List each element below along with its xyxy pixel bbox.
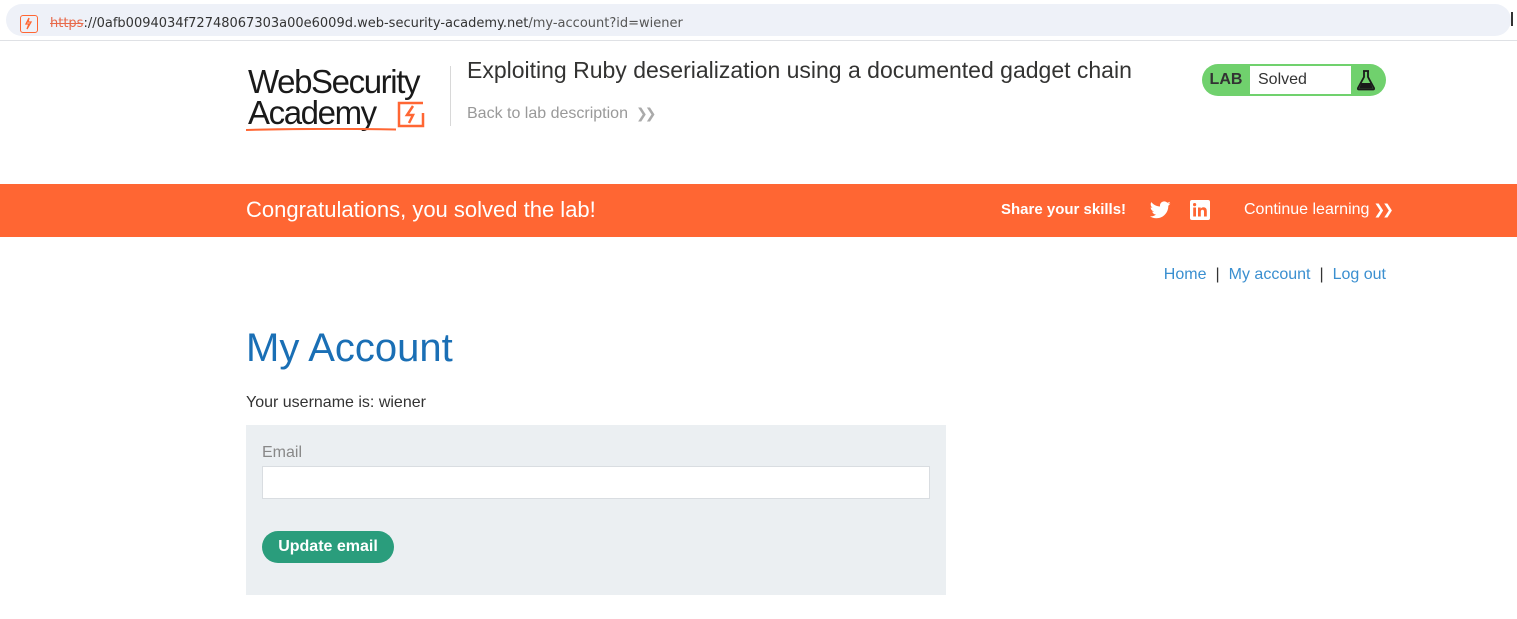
email-label: Email	[262, 444, 303, 461]
toolbar-edge-mark	[1511, 12, 1513, 26]
double-chevron-right-icon: ❯❯	[635, 105, 657, 121]
lab-title: Exploiting Ruby deserialization using a …	[467, 57, 1132, 83]
url-host: ://0afb0094034f72748067303a00e6009d.web-…	[83, 16, 529, 31]
lightning-bolt-icon	[24, 17, 33, 30]
continue-learning-label: Continue learning	[1244, 201, 1370, 218]
back-to-lab-description-link[interactable]: Back to lab description ❯❯	[467, 105, 657, 123]
twitter-icon[interactable]	[1150, 200, 1171, 220]
url-scheme: https	[50, 16, 84, 31]
logo-bolt-icon	[397, 101, 425, 128]
account-nav: Home | My account | Log out	[1164, 266, 1386, 284]
congrats-banner: Congratulations, you solved the lab! Sha…	[0, 184, 1517, 237]
continue-learning-link[interactable]: Continue learning ❯❯	[1244, 201, 1394, 219]
url-text[interactable]: https://0afb0094034f72748067303a00e6009d…	[50, 16, 683, 31]
lab-status-text: Solved	[1250, 66, 1351, 94]
update-email-button[interactable]: Update email	[262, 531, 394, 563]
congrats-message: Congratulations, you solved the lab!	[246, 197, 596, 222]
share-your-skills-label: Share your skills!	[1001, 201, 1127, 218]
double-chevron-right-icon: ❯❯	[1373, 201, 1394, 217]
username-line: Your username is: wiener	[246, 394, 426, 411]
home-link[interactable]: Home	[1164, 266, 1207, 283]
logo-underline	[246, 128, 396, 131]
url-field[interactable]: https://0afb0094034f72748067303a00e6009d…	[6, 4, 1511, 36]
web-security-academy-logo[interactable]: WebSecurity Academy	[246, 62, 446, 136]
nav-separator: |	[1319, 266, 1324, 283]
site-info-icon[interactable]	[20, 15, 38, 33]
lab-status-badge: LAB Solved	[1202, 64, 1386, 96]
logo-line2: Academy	[248, 94, 377, 131]
my-account-link[interactable]: My account	[1229, 266, 1311, 283]
linkedin-icon[interactable]	[1190, 200, 1210, 220]
header-divider	[450, 66, 451, 126]
url-path: /my-account?id=wiener	[528, 16, 683, 31]
change-email-form: Email Update email	[246, 425, 946, 595]
flask-icon	[1356, 70, 1376, 91]
browser-address-bar: https://0afb0094034f72748067303a00e6009d…	[0, 0, 1517, 41]
page-title: My Account	[246, 326, 453, 370]
email-input[interactable]	[262, 466, 930, 499]
nav-separator: |	[1215, 266, 1220, 283]
log-out-link[interactable]: Log out	[1333, 266, 1386, 283]
back-link-label: Back to lab description	[467, 105, 628, 122]
lab-tag: LAB	[1209, 71, 1243, 88]
